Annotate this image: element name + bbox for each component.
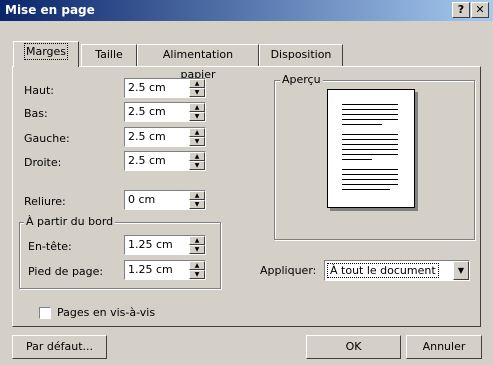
preview-line (342, 159, 372, 160)
preview-line (342, 174, 398, 175)
tab-taille-label: Taille (95, 48, 123, 61)
pied-label: Pied de page: (28, 265, 104, 278)
preview-line (342, 109, 398, 110)
tab-marges-label: Marges (23, 43, 69, 60)
spin-down-icon[interactable]: ▼ (189, 137, 205, 146)
preview-line (342, 149, 398, 150)
spin-down-icon[interactable]: ▼ (189, 245, 205, 254)
ok-button-label: OK (345, 340, 362, 353)
tab-disposition-label: Disposition (270, 48, 332, 61)
gauche-label: Gauche: (24, 132, 70, 145)
spin-up-icon[interactable]: ▲ (189, 152, 205, 161)
preview-line (342, 134, 398, 135)
preview-line (342, 139, 398, 140)
ok-button[interactable]: OK (306, 335, 401, 359)
preview-line (342, 114, 398, 115)
spin-down-icon[interactable]: ▼ (189, 270, 205, 279)
preview-line (342, 169, 398, 170)
haut-value: 2.5 cm (128, 81, 166, 94)
preview-group-label: Aperçu (280, 73, 323, 86)
spin-down-icon[interactable]: ▼ (189, 112, 205, 121)
spin-down-icon[interactable]: ▼ (189, 88, 205, 97)
spin-down-icon[interactable]: ▼ (189, 161, 205, 170)
help-button[interactable]: ? (452, 2, 470, 18)
mirror-pages-checkbox[interactable] (39, 307, 51, 319)
bas-spinner[interactable]: 2.5 cm ▲ ▼ (124, 102, 206, 122)
default-button[interactable]: Par défaut... (12, 335, 107, 359)
entete-label: En-tête: (28, 240, 72, 253)
page-preview (327, 89, 415, 208)
pied-spinner[interactable]: 1.25 cm ▲ ▼ (124, 260, 206, 280)
chevron-down-icon[interactable]: ▼ (453, 261, 469, 280)
gauche-value: 2.5 cm (128, 130, 166, 143)
droite-spinner[interactable]: 2.5 cm ▲ ▼ (124, 151, 206, 171)
spin-up-icon[interactable]: ▲ (189, 128, 205, 137)
close-icon: ✕ (475, 3, 485, 16)
droite-value: 2.5 cm (128, 154, 166, 167)
reliure-label: Reliure: (24, 195, 66, 208)
help-icon: ? (457, 3, 465, 16)
title-bar: Mise en page ? ✕ (0, 0, 493, 21)
apply-label: Appliquer: (260, 264, 317, 277)
haut-spinner[interactable]: 2.5 cm ▲ ▼ (124, 78, 206, 98)
cancel-button-label: Annuler (422, 340, 466, 353)
bas-value: 2.5 cm (128, 105, 166, 118)
preview-line (342, 124, 382, 125)
spin-up-icon[interactable]: ▲ (189, 103, 205, 112)
tab-disposition[interactable]: Disposition (259, 44, 343, 66)
preview-line (342, 119, 398, 120)
default-button-label: Par défaut... (25, 340, 94, 353)
window-title: Mise en page (5, 3, 95, 17)
spin-up-icon[interactable]: ▲ (189, 191, 205, 200)
reliure-spinner[interactable]: 0 cm ▲ ▼ (124, 190, 206, 210)
spin-down-icon[interactable]: ▼ (189, 200, 205, 209)
reliure-value: 0 cm (128, 193, 156, 206)
mirror-pages-label: Pages en vis-à-vis (57, 306, 156, 319)
haut-label: Haut: (24, 84, 55, 97)
droite-label: Droite: (24, 156, 62, 169)
tab-taille[interactable]: Taille (81, 44, 137, 66)
tab-alimentation-papier[interactable]: Alimentation papier (137, 44, 259, 81)
cancel-button[interactable]: Annuler (406, 335, 482, 359)
apply-value: À tout le document (327, 263, 439, 278)
spin-up-icon[interactable]: ▲ (189, 79, 205, 88)
entete-value: 1.25 cm (128, 238, 173, 251)
spin-up-icon[interactable]: ▲ (189, 261, 205, 270)
entete-spinner[interactable]: 1.25 cm ▲ ▼ (124, 235, 206, 255)
preview-line (342, 184, 398, 185)
pied-value: 1.25 cm (128, 263, 173, 276)
from-edge-group-label: À partir du bord (24, 215, 116, 228)
preview-line (342, 104, 398, 105)
spin-up-icon[interactable]: ▲ (189, 236, 205, 245)
preview-line (342, 179, 398, 180)
close-button[interactable]: ✕ (471, 2, 489, 18)
preview-line (342, 189, 390, 190)
gauche-spinner[interactable]: 2.5 cm ▲ ▼ (124, 127, 206, 147)
preview-line (342, 144, 398, 145)
apply-select[interactable]: À tout le document ▼ (324, 260, 470, 281)
preview-line (342, 154, 398, 155)
tab-marges[interactable]: Marges (13, 41, 79, 67)
bas-label: Bas: (24, 107, 48, 120)
